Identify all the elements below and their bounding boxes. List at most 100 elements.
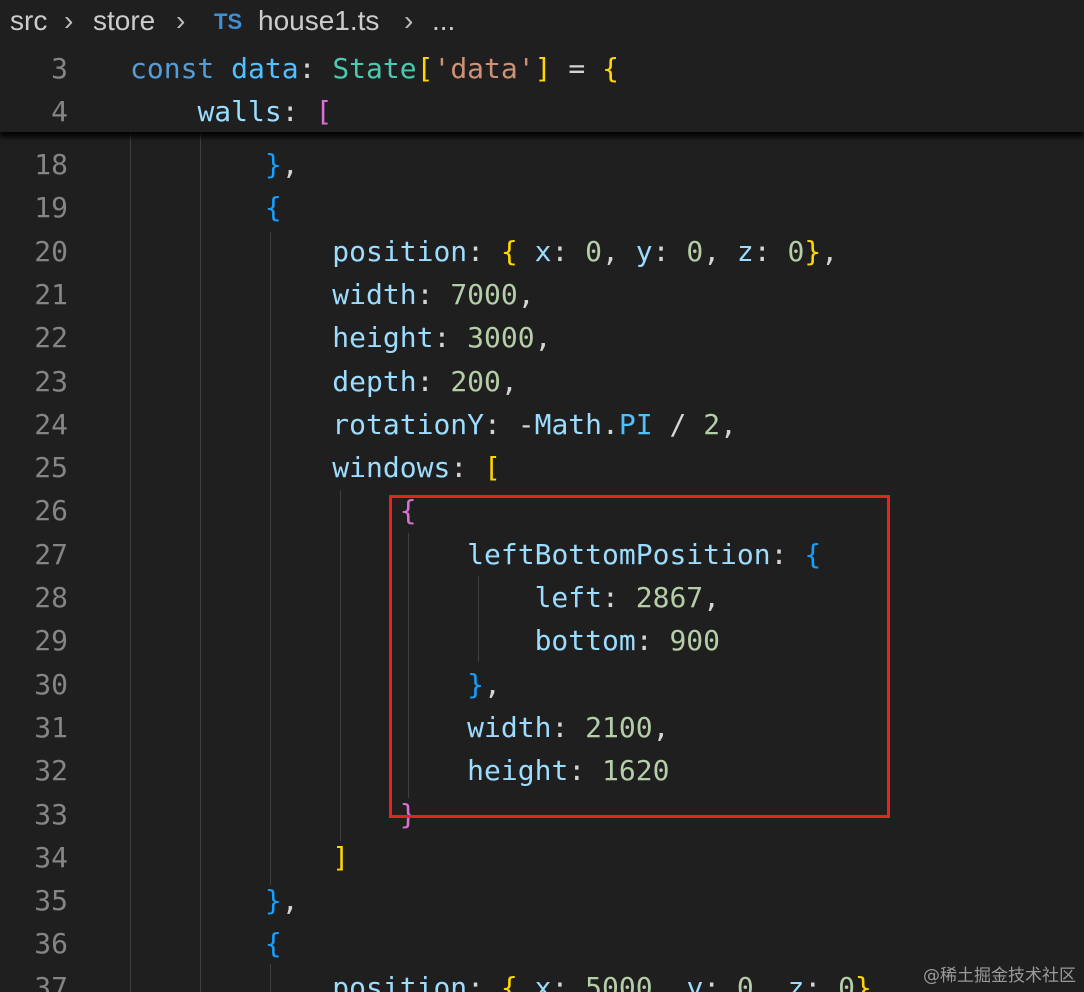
code-token: State bbox=[332, 52, 417, 85]
code-text: } bbox=[130, 793, 417, 836]
code-token: : bbox=[753, 234, 788, 268]
code-token: : - bbox=[484, 407, 535, 441]
code-token: position bbox=[332, 970, 468, 992]
code-line[interactable]: 25 windows: [ bbox=[0, 446, 1084, 489]
sticky-scroll-header[interactable]: 3 const data: State['data'] = {4 walls: [ bbox=[0, 42, 1084, 132]
code-token: , bbox=[602, 234, 636, 268]
line-number: 4 bbox=[51, 95, 68, 128]
code-line[interactable]: 37 position: { x: 5000, y: 0, z: 0}, bbox=[0, 966, 1084, 992]
code-token: rotationY bbox=[332, 407, 485, 441]
line-number: 37 bbox=[34, 970, 68, 992]
code-text: windows: [ bbox=[130, 446, 501, 489]
code-line[interactable]: 36 { bbox=[0, 922, 1084, 965]
breadcrumb-src[interactable]: src bbox=[10, 4, 47, 38]
code-token: data bbox=[231, 52, 299, 85]
line-number: 24 bbox=[34, 407, 68, 441]
line-number: 18 bbox=[34, 148, 68, 181]
code-line[interactable]: 21 width: 7000, bbox=[0, 273, 1084, 316]
code-token: , bbox=[534, 321, 552, 355]
line-number: 21 bbox=[34, 277, 68, 311]
line-number: 35 bbox=[34, 884, 68, 918]
code-token: 3000 bbox=[467, 321, 535, 355]
code-text: walls: [ bbox=[130, 90, 332, 133]
code-line[interactable]: 3 const data: State['data'] = { bbox=[0, 47, 1084, 90]
code-token: walls bbox=[197, 95, 282, 128]
code-token: height bbox=[332, 321, 434, 355]
code-token: : bbox=[467, 970, 501, 992]
code-line[interactable]: 19 { bbox=[0, 186, 1084, 229]
code-token: const bbox=[130, 52, 232, 85]
code-token: PI bbox=[618, 407, 653, 441]
code-token: . bbox=[602, 407, 619, 441]
chevron-right-icon: › bbox=[404, 5, 414, 36]
code-line[interactable]: 18 }, bbox=[0, 143, 1084, 186]
code-token: width bbox=[332, 277, 417, 311]
code-token: } bbox=[264, 884, 282, 918]
code-line[interactable]: 20 position: { x: 0, y: 0, z: 0}, bbox=[0, 230, 1084, 273]
code-token: } bbox=[854, 970, 872, 992]
code-token: 'data' bbox=[433, 52, 535, 85]
code-token: , bbox=[753, 970, 788, 992]
code-token: 200 bbox=[450, 364, 501, 398]
code-token: position bbox=[332, 234, 468, 268]
code-token: , bbox=[281, 148, 299, 181]
code-line[interactable]: 24 rotationY: -Math.PI / 2, bbox=[0, 403, 1084, 446]
code-line[interactable]: 35 }, bbox=[0, 879, 1084, 922]
highlight-annotation-box bbox=[389, 495, 890, 818]
typescript-file-icon: TS bbox=[214, 9, 243, 34]
line-number: 22 bbox=[34, 321, 68, 355]
code-token: 0 bbox=[736, 970, 754, 992]
code-token: : bbox=[551, 970, 586, 992]
code-line[interactable]: 23 depth: 200, bbox=[0, 360, 1084, 403]
code-token: { bbox=[264, 191, 282, 225]
chevron-right-icon: › bbox=[64, 5, 74, 36]
code-token: , bbox=[821, 234, 839, 268]
code-token: z bbox=[787, 970, 805, 992]
line-number: 25 bbox=[34, 451, 68, 485]
code-text: rotationY: -Math.PI / 2, bbox=[130, 403, 737, 446]
code-token: = bbox=[551, 52, 603, 85]
code-token: , bbox=[703, 234, 737, 268]
line-number: 34 bbox=[34, 840, 68, 874]
code-token: 7000 bbox=[450, 277, 518, 311]
code-text: height: 3000, bbox=[130, 316, 551, 359]
code-token: , bbox=[517, 277, 535, 311]
breadcrumb: src › store › TS house1.ts › ... bbox=[0, 0, 1084, 42]
line-number: 28 bbox=[34, 581, 68, 614]
code-token: { bbox=[264, 927, 282, 961]
breadcrumb-store[interactable]: store bbox=[93, 4, 155, 38]
code-token: ] bbox=[534, 52, 552, 85]
code-token: ] bbox=[332, 840, 350, 874]
line-number: 20 bbox=[34, 234, 68, 268]
code-text: position: { x: 0, y: 0, z: 0}, bbox=[130, 230, 838, 273]
line-number: 23 bbox=[34, 364, 68, 398]
code-token: , bbox=[871, 970, 889, 992]
code-text: ] bbox=[130, 836, 349, 879]
line-number: 31 bbox=[34, 710, 68, 744]
code-line[interactable]: 34 ] bbox=[0, 836, 1084, 879]
breadcrumb-file[interactable]: house1.ts bbox=[258, 4, 379, 38]
code-token: : bbox=[703, 970, 737, 992]
chevron-right-icon: › bbox=[176, 5, 186, 36]
code-line[interactable]: 22 height: 3000, bbox=[0, 316, 1084, 359]
code-token: 0 bbox=[838, 970, 855, 992]
code-token: , bbox=[652, 970, 687, 992]
breadcrumb-more[interactable]: ... bbox=[432, 4, 455, 38]
code-token: [ bbox=[315, 95, 333, 128]
line-number: 3 bbox=[51, 52, 68, 85]
code-line[interactable]: 4 walls: [ bbox=[0, 90, 1084, 133]
code-token: z bbox=[736, 234, 754, 268]
code-token: 0 bbox=[686, 234, 704, 268]
